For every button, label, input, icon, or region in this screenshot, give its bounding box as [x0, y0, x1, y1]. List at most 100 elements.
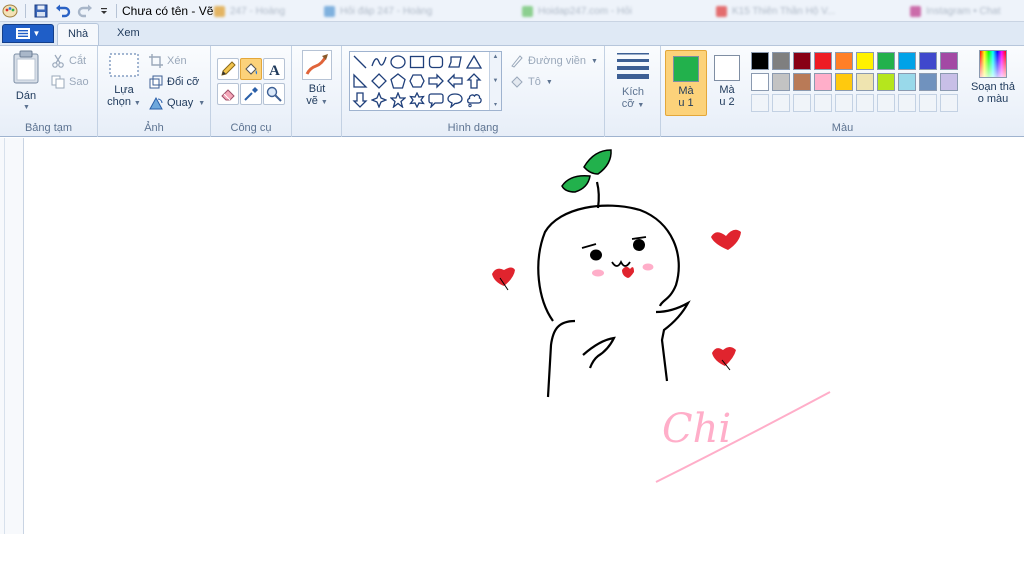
size-button[interactable]: Kích cỡ ▼	[613, 50, 653, 112]
shape-cloud-callout-icon[interactable]	[465, 91, 483, 109]
app-menu-button[interactable]: ▼	[2, 24, 54, 43]
resize-button[interactable]: Đổi cỡ	[149, 73, 199, 91]
tab-home[interactable]: Nhà	[57, 23, 100, 45]
tab-view[interactable]: Xem	[107, 23, 150, 45]
copy-button[interactable]: Sao	[51, 73, 89, 91]
outline-button[interactable]: Đường viền ▼	[510, 52, 598, 70]
brush-icon	[302, 50, 332, 80]
shape-diamond-icon[interactable]	[370, 72, 388, 90]
redo-icon[interactable]	[77, 3, 93, 19]
palette-color-swatch[interactable]	[835, 52, 853, 70]
palette-custom-slot[interactable]	[919, 94, 937, 112]
color-1-selector[interactable]: Mà u 1	[665, 50, 707, 116]
palette-custom-slot[interactable]	[835, 94, 853, 112]
palette-custom-slot[interactable]	[793, 94, 811, 112]
shape-left-arrow-icon[interactable]	[446, 72, 464, 90]
palette-color-swatch[interactable]	[751, 52, 769, 70]
fill-button[interactable]: Tô ▼	[510, 73, 553, 91]
menu-icon	[15, 28, 30, 39]
palette-custom-slot[interactable]	[898, 94, 916, 112]
paste-button[interactable]: Dán ▼	[6, 50, 46, 114]
palette-color-swatch[interactable]	[898, 52, 916, 70]
crop-button[interactable]: Xén	[149, 52, 187, 70]
palette-color-swatch[interactable]	[856, 73, 874, 91]
shape-rounded-callout-icon[interactable]	[427, 91, 445, 109]
shape-curve-icon[interactable]	[370, 53, 388, 71]
palette-color-swatch[interactable]	[793, 52, 811, 70]
palette-color-swatch[interactable]	[877, 52, 895, 70]
canvas-workspace: Chi	[0, 138, 1024, 566]
undo-icon[interactable]	[55, 3, 71, 19]
palette-color-swatch[interactable]	[940, 52, 958, 70]
shape-six-point-star-icon[interactable]	[408, 91, 426, 109]
color-2-selector[interactable]: Mà u 2	[706, 50, 748, 116]
drawing-canvas[interactable]: Chi	[0, 138, 1024, 566]
shape-down-arrow-icon[interactable]	[351, 91, 369, 109]
palette-color-swatch[interactable]	[919, 52, 937, 70]
palette-color-swatch[interactable]	[919, 73, 937, 91]
shape-triangle-icon[interactable]	[465, 53, 483, 71]
palette-color-swatch[interactable]	[835, 73, 853, 91]
pencil-tool[interactable]	[217, 58, 239, 80]
eraser-tool[interactable]	[217, 83, 239, 105]
palette-color-swatch[interactable]	[856, 52, 874, 70]
palette-color-swatch[interactable]	[751, 73, 769, 91]
palette-color-swatch[interactable]	[814, 52, 832, 70]
ribbon-tab-row: ▼ Nhà Xem	[0, 22, 1024, 45]
palette-custom-slot[interactable]	[877, 94, 895, 112]
select-button[interactable]: Lựa chọn ▼	[104, 50, 144, 110]
text-a-icon: A	[269, 63, 280, 77]
shape-polygon-icon[interactable]	[446, 53, 464, 71]
right-eyebrow	[631, 236, 647, 240]
rotate-button[interactable]: Quay ▼	[149, 94, 205, 112]
right-eye	[633, 239, 645, 251]
window-title: Chưa có tên - Vẽ	[122, 4, 214, 18]
palette-custom-slot[interactable]	[940, 94, 958, 112]
palette-custom-slot[interactable]	[814, 94, 832, 112]
shape-oval-icon[interactable]	[389, 53, 407, 71]
palette-custom-slot[interactable]	[751, 94, 769, 112]
shape-right-arrow-icon[interactable]	[427, 72, 445, 90]
shape-oval-callout-icon[interactable]	[446, 91, 464, 109]
fill-tool[interactable]	[240, 58, 262, 80]
background-tab: K15 Thiên Thần Hộ V...	[716, 3, 901, 20]
background-tab: Hoidap247.com - Hỏi	[522, 3, 707, 20]
scissors-icon	[52, 54, 64, 68]
palette-custom-slot[interactable]	[856, 94, 874, 112]
save-icon[interactable]	[33, 3, 49, 19]
shape-right-triangle-icon[interactable]	[351, 72, 369, 90]
palette-color-swatch[interactable]	[814, 73, 832, 91]
palette-color-swatch[interactable]	[898, 73, 916, 91]
palette-color-swatch[interactable]	[940, 73, 958, 91]
text-tool[interactable]: A	[263, 58, 285, 80]
shape-hexagon-icon[interactable]	[408, 72, 426, 90]
shape-line-icon[interactable]	[351, 53, 369, 71]
palette-color-swatch[interactable]	[772, 73, 790, 91]
brushes-button[interactable]: Bút vẽ ▼	[297, 50, 337, 109]
shape-pentagon-icon[interactable]	[389, 72, 407, 90]
cut-button[interactable]: Cắt	[51, 52, 86, 70]
select-rectangle-icon	[104, 50, 144, 81]
shape-four-point-star-icon[interactable]	[370, 91, 388, 109]
paint-app-icon	[2, 3, 18, 19]
title-bar: Chưa có tên - Vẽ 247 - Hoàng Hỏi đáp 247…	[0, 0, 1024, 22]
scroll-up-icon[interactable]: ▲	[493, 54, 499, 60]
shape-rectangle-icon[interactable]	[408, 53, 426, 71]
shapes-scrollbar[interactable]: ▲ ▼ ▾	[489, 52, 501, 110]
edit-colors-button[interactable]: Soạn thả o màu	[963, 50, 1023, 105]
shape-five-point-star-icon[interactable]	[389, 91, 407, 109]
background-tab: Instagram • Chat	[910, 3, 1024, 20]
expand-gallery-icon[interactable]: ▾	[494, 101, 497, 108]
palette-custom-slot[interactable]	[772, 94, 790, 112]
magnifier-tool[interactable]	[263, 83, 285, 105]
shape-rounded-rectangle-icon[interactable]	[427, 53, 445, 71]
group-tools: A Công cụ	[211, 46, 292, 137]
shape-up-arrow-icon[interactable]	[465, 72, 483, 90]
customize-toolbar-icon[interactable]	[96, 3, 112, 19]
scroll-down-icon[interactable]: ▼	[493, 78, 499, 84]
ribbon: Dán ▼ Cắt Sao Bảng tạm Lựa chọn ▼ Xén Đổ…	[0, 45, 1024, 137]
palette-color-swatch[interactable]	[772, 52, 790, 70]
color-picker-tool[interactable]	[240, 83, 262, 105]
palette-color-swatch[interactable]	[877, 73, 895, 91]
palette-color-swatch[interactable]	[793, 73, 811, 91]
